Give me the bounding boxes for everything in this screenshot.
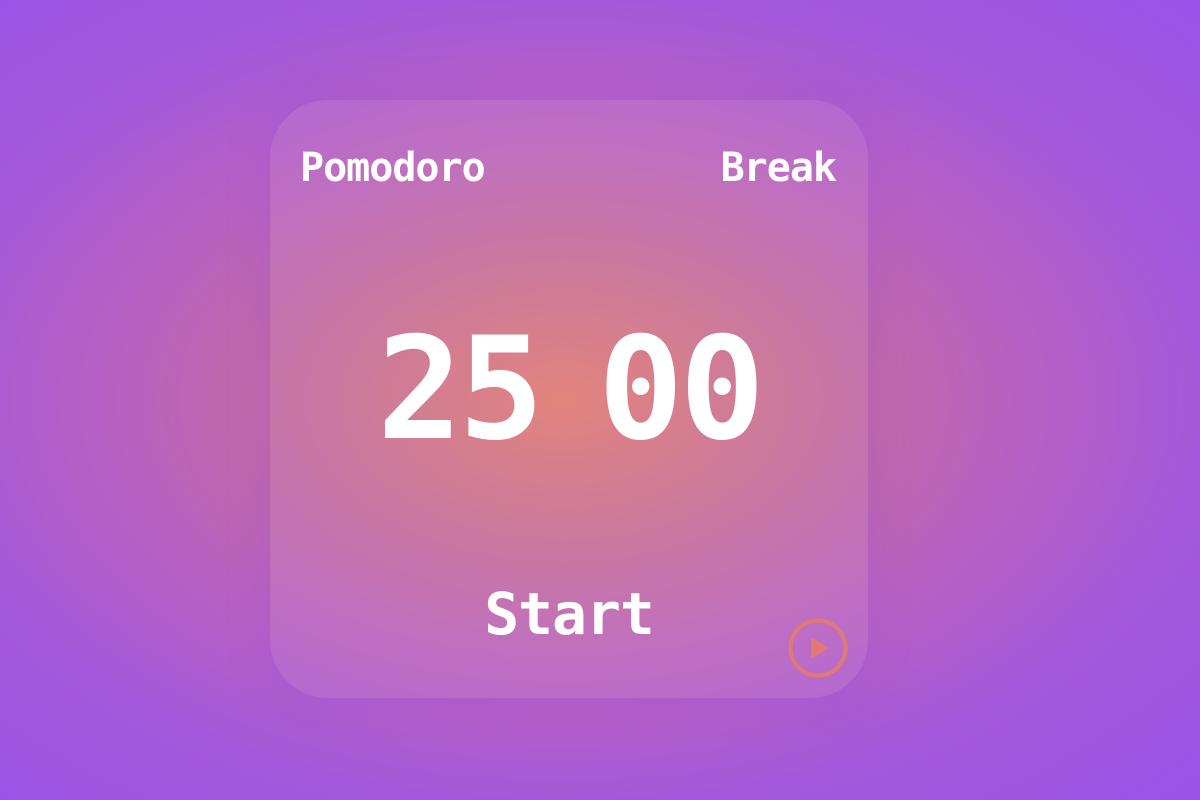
play-circle-icon (788, 618, 848, 678)
timer-minutes: 25 (377, 307, 544, 472)
tab-break[interactable]: Break (721, 144, 837, 192)
timer-seconds: 00 (598, 307, 765, 472)
timer-card: Pomodoro Break 25 00 Start (270, 100, 868, 698)
start-button[interactable]: Start (270, 582, 868, 646)
timer-display: 25 00 (270, 319, 868, 461)
play-button[interactable] (788, 618, 848, 678)
tab-pomodoro[interactable]: Pomodoro (300, 144, 486, 192)
